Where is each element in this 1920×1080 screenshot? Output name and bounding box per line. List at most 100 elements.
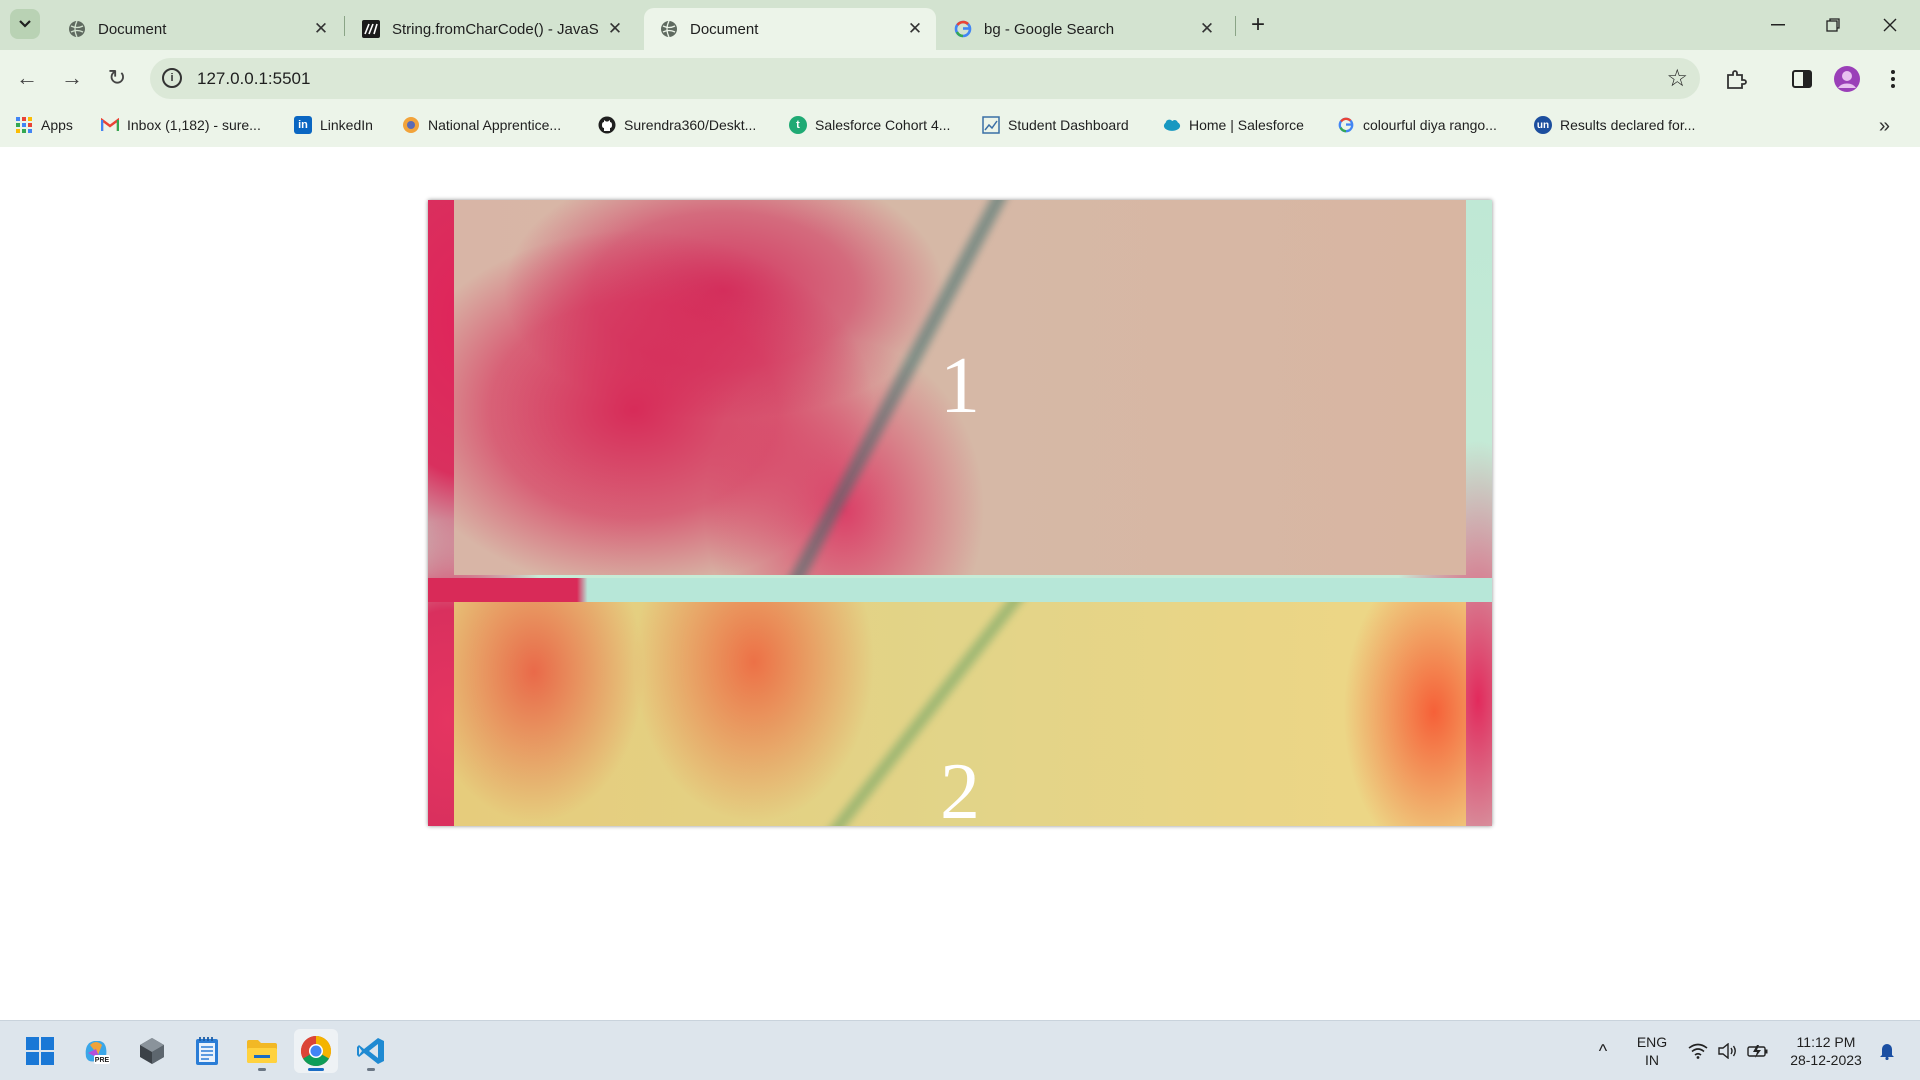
bookmark-label: LinkedIn xyxy=(320,117,373,133)
bookmark-label: National Apprentice... xyxy=(428,117,562,133)
bookmark-label: Results declared for... xyxy=(1560,117,1696,133)
tab-title: Document xyxy=(98,20,167,38)
bookmark-label: Apps xyxy=(41,117,73,133)
restore-icon xyxy=(1826,18,1840,32)
close-icon[interactable]: ✕ xyxy=(1196,18,1218,40)
windows-start-icon xyxy=(26,1037,54,1065)
cube-app-icon xyxy=(140,1038,164,1064)
unstop-icon: un xyxy=(1534,116,1552,134)
background-strip xyxy=(428,578,1492,602)
bookmark-home-salesforce[interactable]: Home | Salesforce xyxy=(1163,116,1304,134)
close-icon[interactable]: ✕ xyxy=(310,18,332,40)
vscode-icon xyxy=(357,1038,384,1064)
running-indicator xyxy=(308,1068,324,1071)
network-button[interactable] xyxy=(1684,1021,1712,1080)
close-icon xyxy=(1883,18,1897,32)
battery-charging-icon xyxy=(1747,1045,1768,1058)
bell-icon xyxy=(1880,1044,1894,1060)
frosted-box-1: 1 xyxy=(454,200,1466,575)
puzzle-icon xyxy=(1727,70,1747,89)
forward-button[interactable]: → xyxy=(54,60,90,96)
region-code: IN xyxy=(1645,1052,1659,1068)
browser-toolbar: ← → ↻ i 127.0.0.1:5501 ☆ xyxy=(0,50,1920,107)
tab-google-search[interactable]: bg - Google Search ✕ xyxy=(938,8,1228,50)
url-text[interactable]: 127.0.0.1:5501 xyxy=(197,69,310,89)
tab-document-active[interactable]: Document ✕ xyxy=(644,8,936,50)
profile-avatar[interactable] xyxy=(1832,64,1862,94)
minimize-button[interactable] xyxy=(1758,10,1798,40)
linkedin-icon: in xyxy=(294,116,312,134)
salesforce-icon xyxy=(1163,116,1181,134)
show-hidden-icons-button[interactable]: ^ xyxy=(1588,1021,1618,1080)
clock-date: 28-12-2023 xyxy=(1790,1052,1862,1068)
language-code: ENG xyxy=(1636,1034,1668,1050)
clock[interactable]: 11:12 PM 28-12-2023 xyxy=(1778,1021,1874,1080)
page-viewport: 1 2 xyxy=(0,147,1920,1020)
taskbar-file-explorer[interactable] xyxy=(240,1029,284,1073)
chevron-down-icon xyxy=(19,20,31,28)
close-window-button[interactable] xyxy=(1870,10,1910,40)
speaker-icon xyxy=(1718,1043,1736,1059)
notifications-button[interactable] xyxy=(1874,1021,1900,1080)
volume-button[interactable] xyxy=(1714,1021,1742,1080)
tab-mdn[interactable]: String.fromCharCode() - JavaScript ✕ xyxy=(346,8,636,50)
taskbar-chrome[interactable] xyxy=(294,1029,338,1073)
running-indicator xyxy=(367,1068,375,1071)
dashboard-icon xyxy=(982,116,1000,134)
bookmark-gmail[interactable]: Inbox (1,182) - sure... xyxy=(101,116,261,134)
clock-time: 11:12 PM xyxy=(1796,1034,1856,1050)
bookmark-colourful-diya[interactable]: colourful diya rango... xyxy=(1337,116,1497,134)
bookmark-salesforce-cohort[interactable]: t Salesforce Cohort 4... xyxy=(789,116,950,134)
taskbar-vscode[interactable] xyxy=(349,1029,393,1073)
bookmark-apps[interactable]: Apps xyxy=(15,116,73,134)
side-panel-button[interactable] xyxy=(1787,64,1817,94)
minimize-icon xyxy=(1771,24,1785,26)
back-button[interactable]: ← xyxy=(9,60,45,96)
bookmark-linkedin[interactable]: in LinkedIn xyxy=(294,116,373,134)
extensions-button[interactable] xyxy=(1721,64,1751,94)
language-indicator[interactable]: ENG IN xyxy=(1628,1021,1676,1080)
background-image-container: 1 2 xyxy=(428,200,1492,826)
google-icon xyxy=(954,20,972,38)
tab-document-1[interactable]: Document ✕ xyxy=(52,8,342,50)
bookmark-label: Home | Salesforce xyxy=(1189,117,1304,133)
taskbar-notepad[interactable] xyxy=(185,1029,229,1073)
tab-search-button[interactable] xyxy=(10,9,40,39)
site-info-icon[interactable]: i xyxy=(162,68,182,88)
bookmark-github[interactable]: Surendra360/Deskt... xyxy=(598,116,756,134)
file-explorer-icon xyxy=(247,1040,277,1063)
running-indicator xyxy=(258,1068,266,1071)
copilot-pre-icon: PRE xyxy=(85,1041,110,1064)
taskbar-copilot[interactable]: PRE xyxy=(74,1029,118,1073)
apps-grid-icon xyxy=(15,116,33,134)
bookmarks-overflow-button[interactable]: » xyxy=(1879,115,1890,138)
bookmark-star-icon[interactable]: ☆ xyxy=(1666,64,1688,93)
chrome-menu-button[interactable] xyxy=(1878,64,1908,94)
new-tab-button[interactable]: + xyxy=(1244,11,1272,39)
wifi-icon xyxy=(1688,1043,1708,1059)
google-icon xyxy=(1337,116,1355,134)
tab-separator xyxy=(1235,16,1236,36)
address-bar[interactable]: i 127.0.0.1:5501 ☆ xyxy=(150,58,1700,99)
battery-button[interactable] xyxy=(1744,1021,1772,1080)
mdn-icon xyxy=(362,20,380,38)
taskbar-cube-app[interactable] xyxy=(130,1029,174,1073)
restore-button[interactable] xyxy=(1813,10,1853,40)
github-icon xyxy=(598,116,616,134)
start-button[interactable] xyxy=(18,1029,62,1073)
bookmark-national-apprentice[interactable]: National Apprentice... xyxy=(402,116,561,134)
blurred-stem xyxy=(792,602,1048,826)
bookmark-student-dashboard[interactable]: Student Dashboard xyxy=(982,116,1129,134)
close-icon[interactable]: ✕ xyxy=(904,18,926,40)
kebab-menu-icon xyxy=(1891,70,1895,88)
chrome-icon xyxy=(300,1036,332,1067)
tab-title: Document xyxy=(690,20,759,38)
globe-icon xyxy=(68,20,86,38)
reload-button[interactable]: ↻ xyxy=(99,60,135,96)
bookmark-results-declared[interactable]: un Results declared for... xyxy=(1534,116,1695,134)
bookmark-label: Student Dashboard xyxy=(1008,117,1129,133)
trailhead-icon: t xyxy=(789,116,807,134)
tab-separator xyxy=(344,16,345,36)
close-icon[interactable]: ✕ xyxy=(604,18,626,40)
tab-title: String.fromCharCode() - JavaScript xyxy=(392,20,598,38)
